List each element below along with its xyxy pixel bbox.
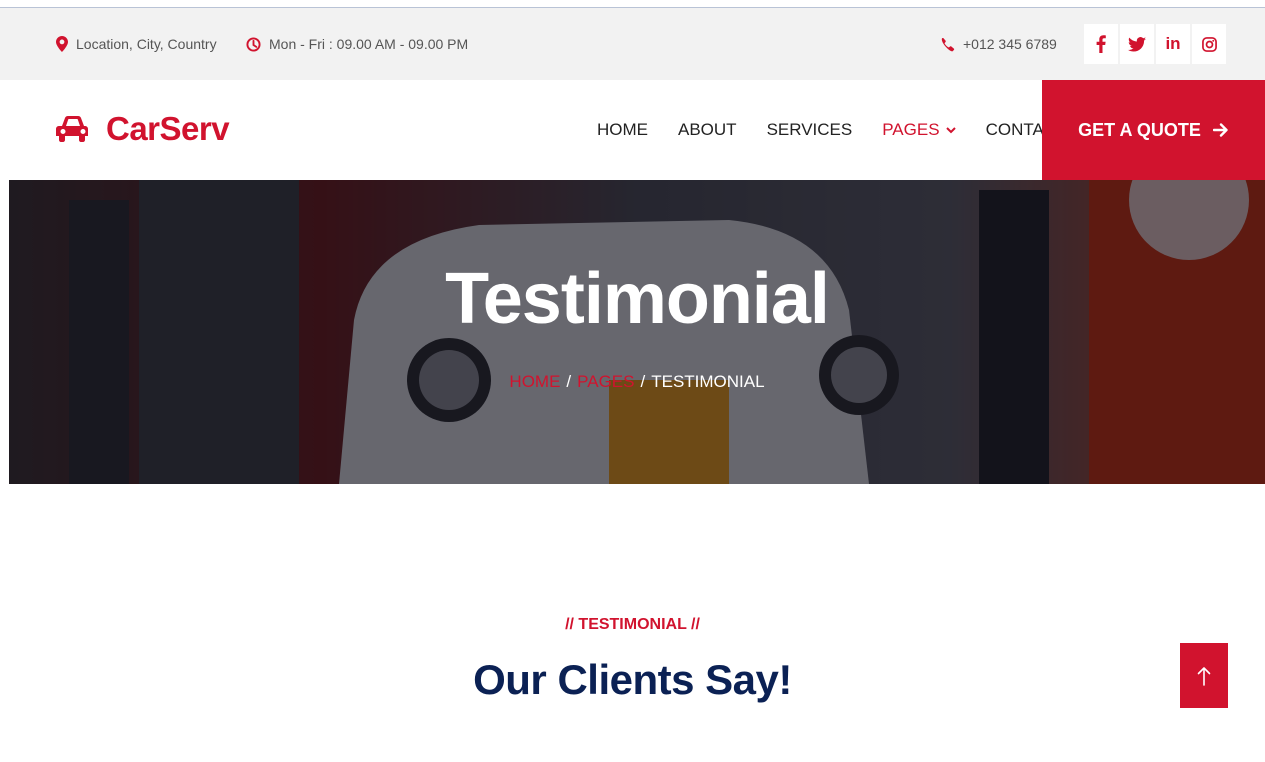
nav-services[interactable]: SERVICES — [767, 120, 853, 140]
facebook-link[interactable] — [1084, 24, 1118, 64]
section-eyebrow: // TESTIMONIAL // — [565, 616, 700, 633]
page-title: Testimonial — [445, 259, 830, 339]
page-header-hero: Testimonial HOME / PAGES / TESTIMONIAL — [9, 180, 1265, 484]
linkedin-icon: in — [1165, 34, 1181, 53]
clock-icon — [246, 36, 261, 52]
topbar-phone[interactable]: +012 345 6789 — [940, 8, 1057, 80]
main-nav: HOME ABOUT SERVICES PAGES CONTACT — [597, 80, 1096, 180]
nav-pages[interactable]: PAGES — [882, 120, 956, 140]
nav-home[interactable]: HOME — [597, 120, 648, 140]
nav-about[interactable]: ABOUT — [678, 120, 737, 140]
breadcrumb-home[interactable]: HOME — [509, 372, 560, 391]
breadcrumb-current: TESTIMONIAL — [651, 372, 765, 391]
phone-text: +012 345 6789 — [963, 36, 1057, 52]
social-links: in — [1084, 24, 1228, 64]
breadcrumb-separator: / — [566, 372, 572, 391]
location-text: Location, City, Country — [76, 36, 217, 52]
nav-pages-label: PAGES — [882, 120, 940, 139]
arrow-right-icon — [1212, 123, 1229, 137]
car-icon — [56, 114, 90, 144]
get-a-quote-button[interactable]: GET A QUOTE — [1042, 80, 1265, 180]
phone-icon — [940, 37, 955, 52]
twitter-link[interactable] — [1120, 24, 1154, 64]
breadcrumb: HOME / PAGES / TESTIMONIAL — [9, 372, 1265, 392]
arrow-up-icon — [1197, 666, 1211, 686]
brand-name: CarServ — [106, 110, 230, 147]
chevron-down-icon — [945, 126, 956, 134]
topbar: Location, City, Country Mon - Fri : 09.0… — [0, 8, 1265, 80]
top-rule — [0, 0, 1265, 8]
topbar-location: Location, City, Country — [56, 8, 217, 80]
instagram-link[interactable] — [1192, 24, 1226, 64]
map-marker-icon — [56, 36, 68, 52]
back-to-top-button[interactable] — [1180, 643, 1228, 708]
linkedin-link[interactable]: in — [1156, 24, 1190, 64]
breadcrumb-separator: / — [640, 372, 646, 391]
hours-text: Mon - Fri : 09.00 AM - 09.00 PM — [269, 36, 469, 52]
facebook-icon — [1096, 35, 1106, 53]
navbar: CarServ HOME ABOUT SERVICES PAGES CONTAC… — [0, 80, 1265, 180]
topbar-hours: Mon - Fri : 09.00 AM - 09.00 PM — [246, 8, 468, 80]
brand-logo[interactable]: CarServ — [56, 110, 230, 148]
section-title: Our Clients Say! — [473, 656, 792, 703]
instagram-icon — [1201, 36, 1217, 52]
get-a-quote-label: GET A QUOTE — [1078, 119, 1201, 140]
twitter-icon — [1128, 36, 1146, 52]
breadcrumb-pages[interactable]: PAGES — [577, 372, 634, 391]
